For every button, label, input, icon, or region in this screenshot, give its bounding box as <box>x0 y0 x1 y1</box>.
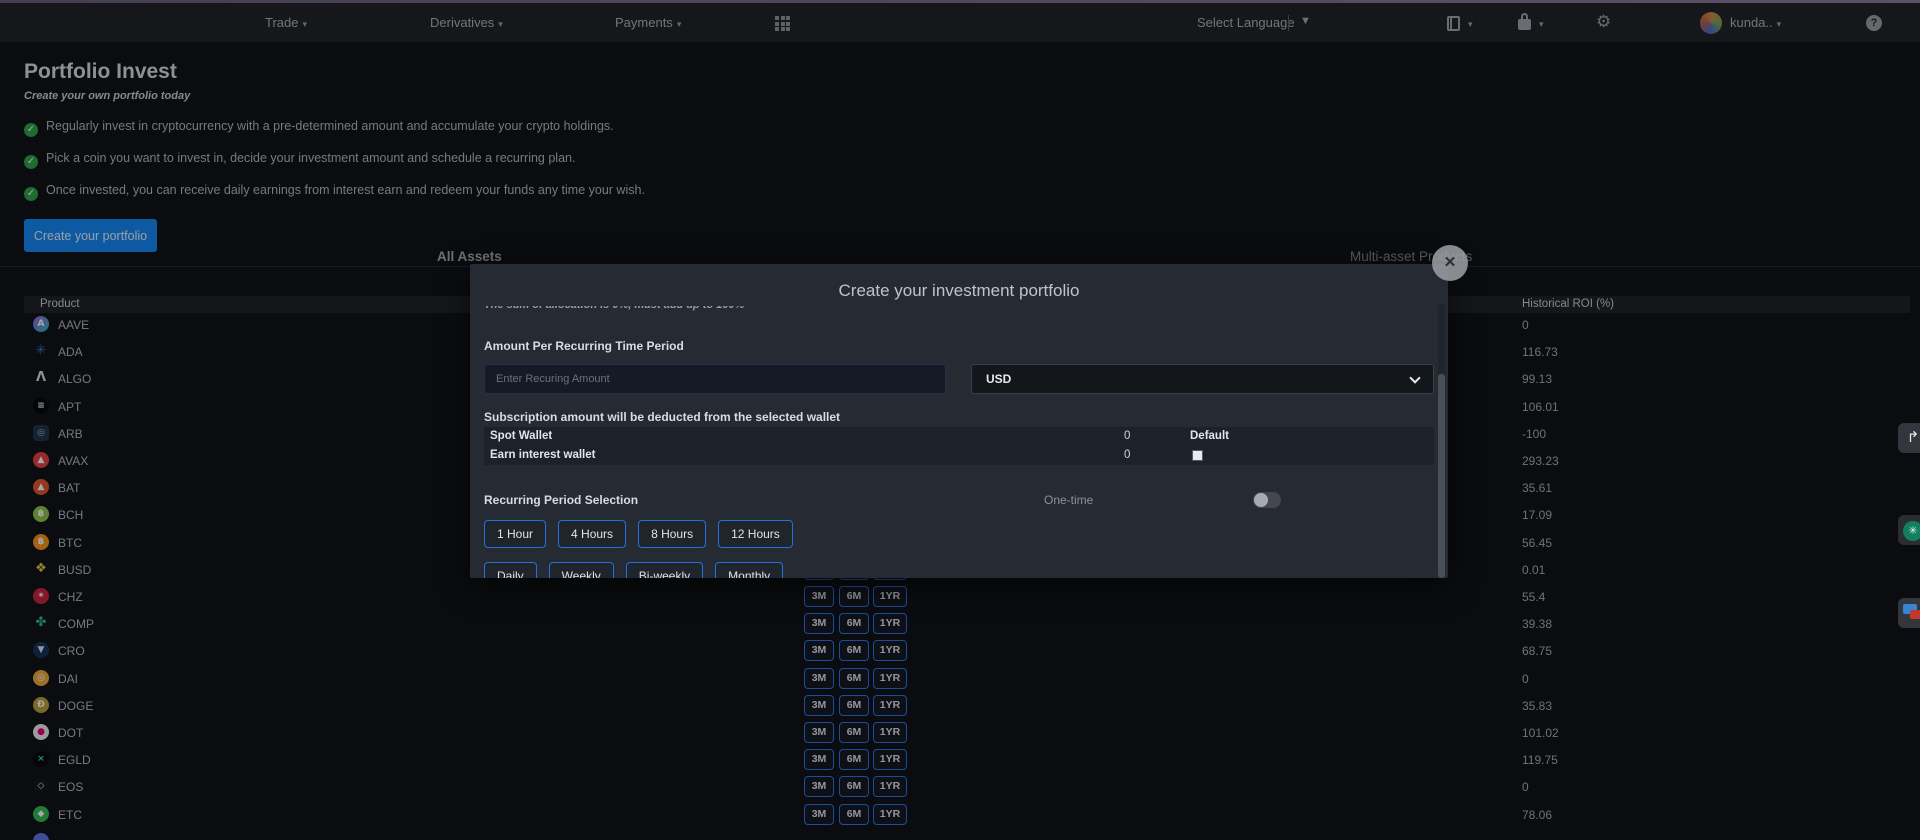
allocation-note-clip: The sum of allocation is 0%, must add up… <box>484 306 1424 319</box>
period-button-weekly[interactable]: Weekly <box>549 562 614 578</box>
period-button-bi-weekly[interactable]: Bi-weekly <box>626 562 703 578</box>
period-button-daily[interactable]: Daily <box>484 562 537 578</box>
modal-title: Create your investment portfolio <box>470 281 1448 301</box>
app-root: Trade▾ Derivatives▾ Payments▾ Select Lan… <box>0 0 1920 840</box>
wallet-checkbox[interactable] <box>1192 450 1203 461</box>
period-buttons-hours: 1 Hour 4 Hours 8 Hours 12 Hours <box>484 520 805 548</box>
one-time-label: One-time <box>1044 493 1093 507</box>
chat-bubbles-icon[interactable] <box>1898 598 1920 628</box>
wallet-note: Subscription amount will be deducted fro… <box>484 410 840 424</box>
modal-scrollbar-thumb[interactable] <box>1438 374 1445 578</box>
currency-select[interactable]: USD <box>971 364 1434 394</box>
wallet-name: Spot Wallet <box>490 430 552 442</box>
allocation-note: The sum of allocation is 0%, must add up… <box>484 306 1424 311</box>
one-time-toggle[interactable] <box>1253 492 1281 508</box>
assistant-icon[interactable]: ✳ <box>1898 515 1920 545</box>
toggle-knob <box>1254 493 1268 507</box>
wallet-name: Earn interest wallet <box>490 449 595 461</box>
recurring-period-label: Recurring Period Selection <box>484 493 638 507</box>
amount-label: Amount Per Recurring Time Period <box>484 339 684 353</box>
wallet-amount: 0 <box>1124 430 1130 442</box>
create-portfolio-modal: Create your investment portfolio The sum… <box>470 264 1448 578</box>
period-button-12-hours[interactable]: 12 Hours <box>718 520 793 548</box>
close-icon[interactable]: ✕ <box>1432 245 1468 281</box>
period-button-1-hour[interactable]: 1 Hour <box>484 520 546 548</box>
wallet-default-label: Default <box>1190 430 1229 442</box>
period-button-4-hours[interactable]: 4 Hours <box>558 520 626 548</box>
wallet-amount: 0 <box>1124 449 1130 461</box>
share-arrow-icon[interactable]: ↱ <box>1898 423 1920 453</box>
recurring-amount-input[interactable] <box>484 364 946 394</box>
period-button-monthly[interactable]: Monthly <box>715 562 783 578</box>
wallet-row[interactable]: Earn interest wallet 0 <box>484 446 1434 465</box>
chevron-down-icon <box>1409 372 1420 383</box>
wallet-row[interactable]: Spot Wallet 0 Default <box>484 427 1434 446</box>
period-button-8-hours[interactable]: 8 Hours <box>638 520 706 548</box>
period-buttons-days: Daily Weekly Bi-weekly Monthly <box>484 562 795 578</box>
